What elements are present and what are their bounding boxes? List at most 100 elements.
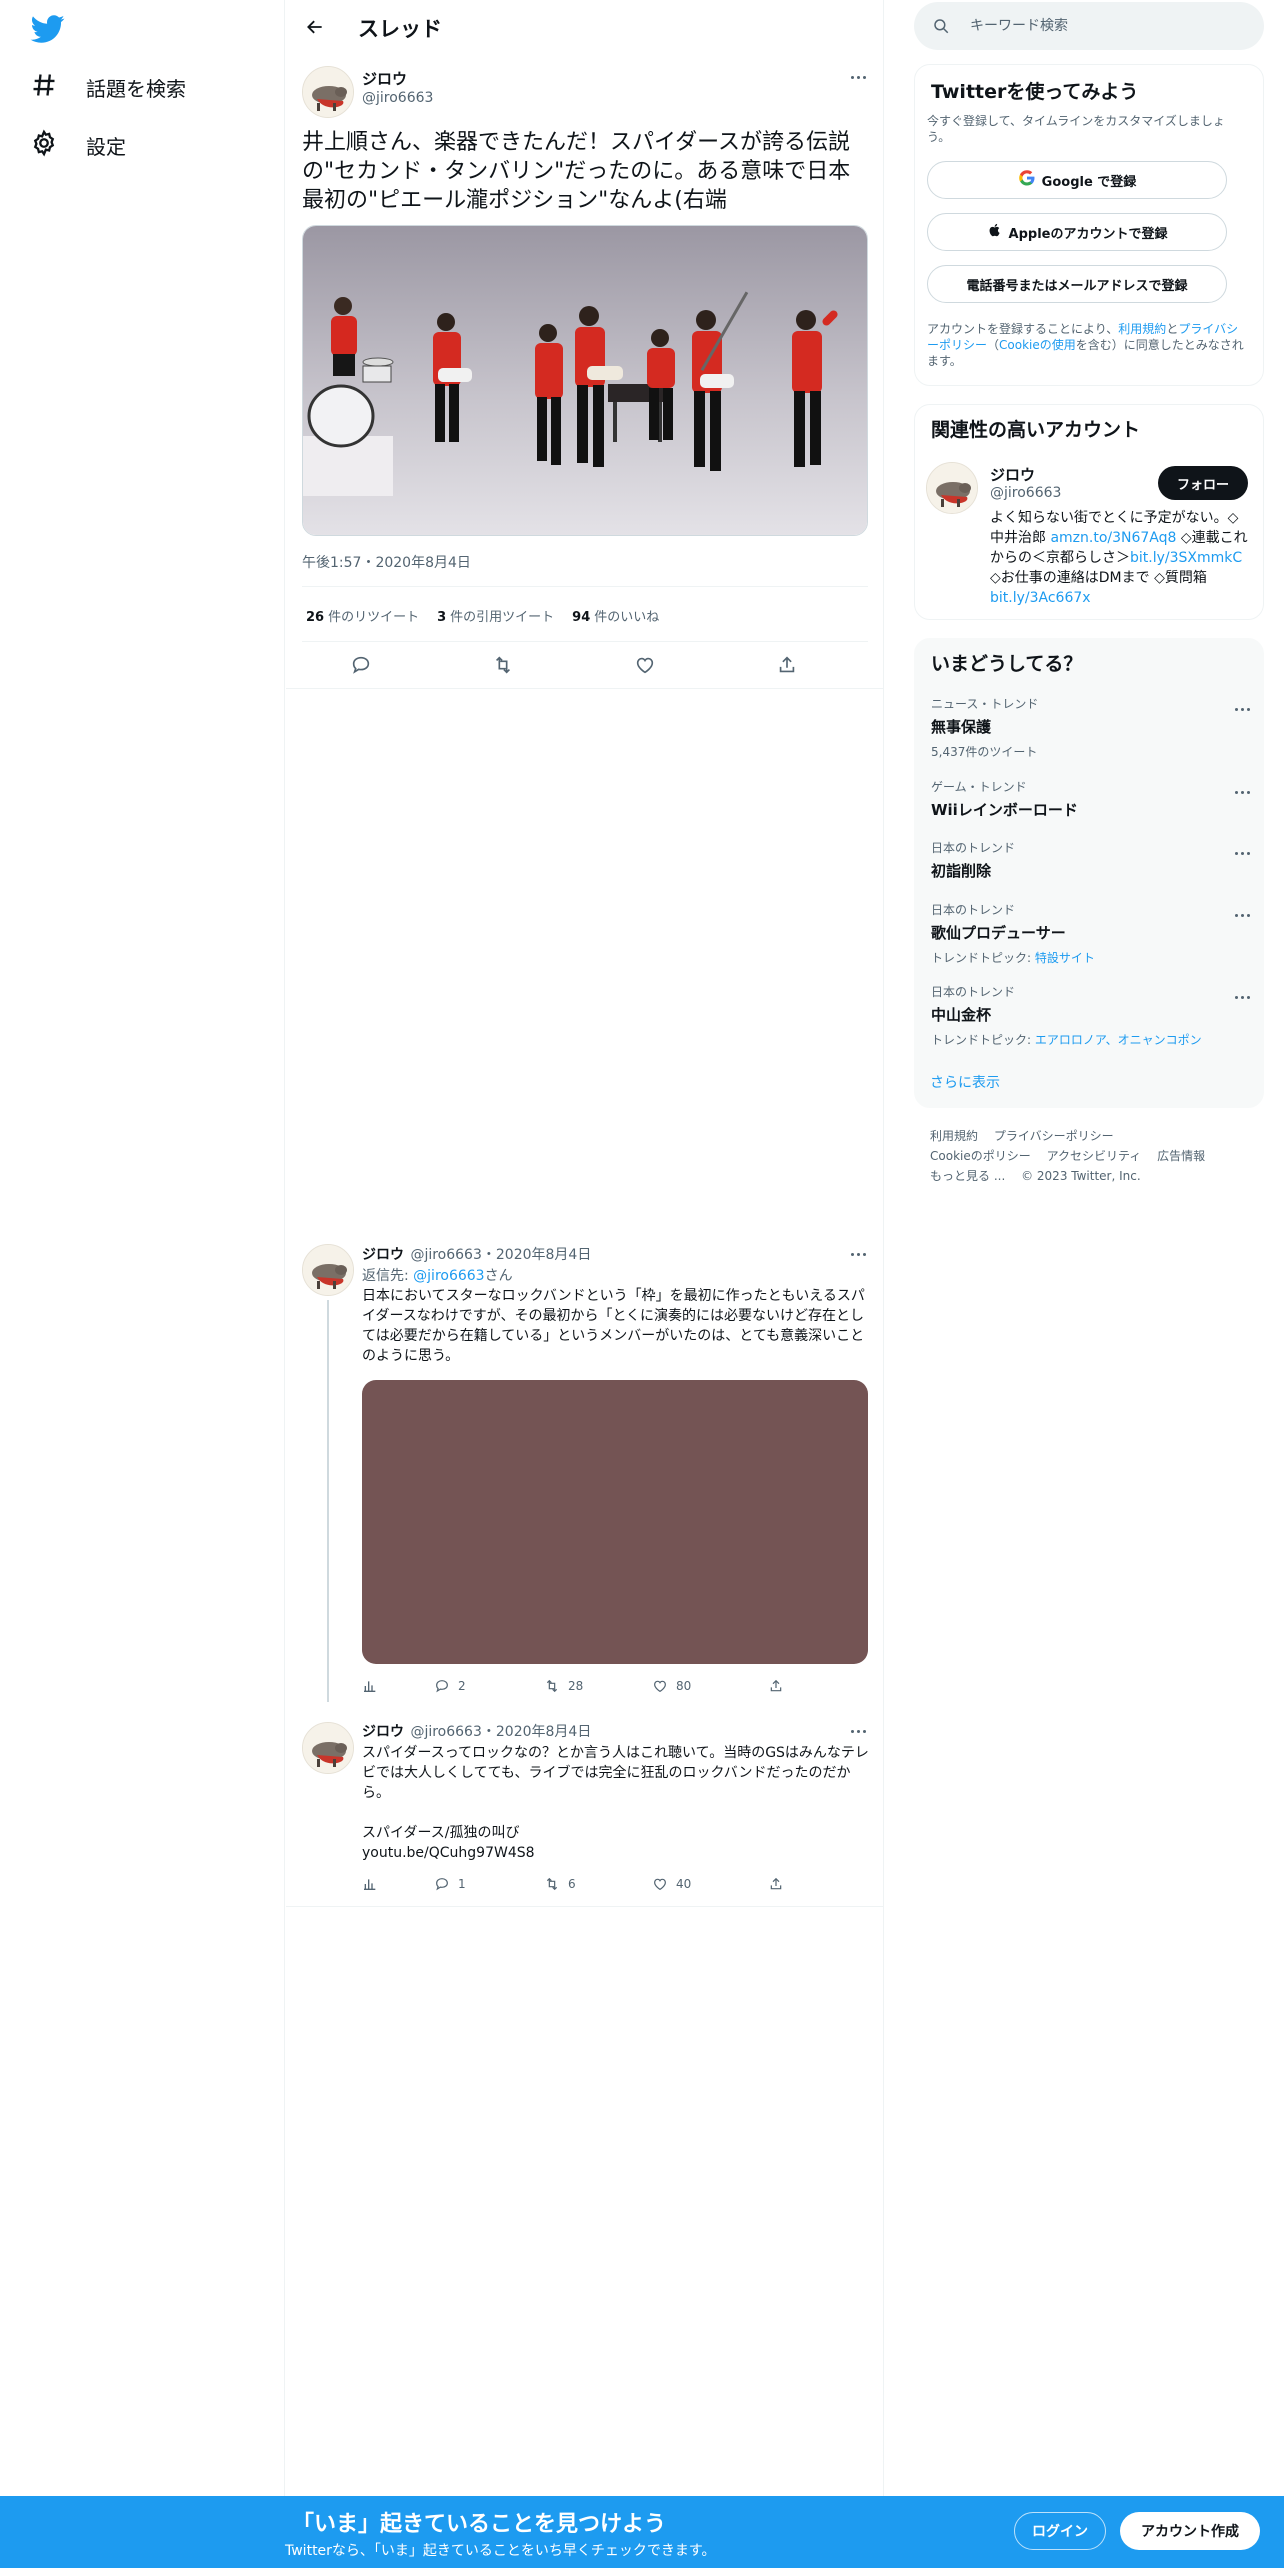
song-title: スパイダース/孤独の叫び <box>362 1825 520 1841</box>
avatar[interactable] <box>302 1244 354 1296</box>
like-icon[interactable] <box>634 654 658 678</box>
cookie-link[interactable]: Cookieの使用 <box>999 338 1076 352</box>
avatar[interactable] <box>302 1722 354 1774</box>
more-options-icon[interactable] <box>1229 905 1255 925</box>
trend-item[interactable]: 日本のトレンド 初詣削除 <box>931 839 1251 881</box>
signup-card: Twitterを使ってみよう 今すぐ登録して、タイムラインをカスタマイズしましょ… <box>914 64 1264 386</box>
reply-button[interactable]: 1 <box>434 1876 466 1892</box>
reply-actions: 2 28 80 <box>362 1678 868 1698</box>
share-icon[interactable] <box>768 1876 792 1892</box>
nav-settings[interactable]: 設定 <box>30 123 126 167</box>
apple-signup-button[interactable]: Appleのアカウントで登録 <box>927 213 1227 251</box>
trend-item[interactable]: ニュース・トレンド 無事保護 5,437件のツイート <box>931 695 1251 760</box>
show-more-link[interactable]: さらに表示 <box>930 1072 1000 1092</box>
trend-name: 初詣削除 <box>931 862 992 880</box>
signup-button[interactable]: アカウント作成 <box>1120 2512 1260 2550</box>
divider <box>286 1906 884 1907</box>
footer-ads-link[interactable]: 広告情報 <box>1157 1149 1205 1163</box>
reply-header: ジロウ @jiro6663・2020年8月4日 <box>362 1721 591 1741</box>
gear-icon <box>30 129 58 161</box>
divider <box>302 641 868 642</box>
analytics-icon[interactable] <box>362 1876 386 1892</box>
apple-signup-label: Appleのアカウントで登録 <box>1008 226 1168 242</box>
footer-more-link[interactable]: もっと見る ... <box>930 1169 1005 1183</box>
trend-name: Wiiレインボーロード <box>931 801 1078 819</box>
footer-privacy-link[interactable]: プライバシーポリシー <box>994 1129 1114 1143</box>
trend-topic: トレンドトピック: エアロロノア、オニャンコポン <box>931 1031 1251 1048</box>
retweet-count-link[interactable]: 26 件のリツイート <box>306 606 419 625</box>
trend-topic-link[interactable]: 特設サイト <box>1035 951 1095 965</box>
bio-link[interactable]: bit.ly/3Ac667x <box>990 590 1091 606</box>
retweet-button[interactable]: 6 <box>544 1876 576 1892</box>
reply-icon[interactable] <box>350 654 374 678</box>
more-options-icon[interactable] <box>845 1721 871 1741</box>
nav-explore[interactable]: 話題を検索 <box>30 65 186 109</box>
twitter-bird-icon[interactable] <box>30 12 66 46</box>
related-account-name[interactable]: ジロウ <box>990 464 1035 485</box>
author-handle[interactable]: @jiro6663 <box>362 90 433 106</box>
trend-name: 歌仙プロデューサー <box>931 924 1066 942</box>
related-title: 関連性の高いアカウント <box>931 419 1141 441</box>
trend-category: 日本のトレンド <box>931 985 1016 999</box>
analytics-icon[interactable] <box>362 1678 386 1694</box>
quote-count: 3 <box>437 610 447 625</box>
tweet-stats: 26 件のリツイート 3 件の引用ツイート 94 件のいいね <box>306 606 677 625</box>
retweet-icon[interactable] <box>492 654 516 678</box>
google-signup-button[interactable]: Google で登録 <box>927 161 1227 199</box>
more-options-icon[interactable] <box>1229 782 1255 802</box>
more-options-icon[interactable] <box>845 1244 871 1264</box>
more-options-icon[interactable] <box>1229 987 1255 1007</box>
author-name[interactable]: ジロウ <box>362 1247 404 1263</box>
footer-accessibility-link[interactable]: アクセシビリティ <box>1047 1149 1142 1163</box>
tweet-photo[interactable] <box>302 225 868 536</box>
like-button[interactable]: 40 <box>652 1876 691 1892</box>
author-name[interactable]: ジロウ <box>362 1724 404 1740</box>
phone-email-signup-button[interactable]: 電話番号またはメールアドレスで登録 <box>927 265 1227 303</box>
youtube-link[interactable]: youtu.be/QCuhg97W4S8 <box>362 1843 535 1863</box>
more-options-icon[interactable] <box>845 67 871 87</box>
search-input[interactable] <box>970 14 1240 38</box>
bio-link[interactable]: amzn.to/3N67Aq8 <box>1050 530 1176 546</box>
tweet-text: 井上順さん、楽器できたんだ！スパイダースが誇る伝説の"セカンド・タンバリン"だっ… <box>302 130 851 213</box>
reply-text: 日本においてスターなロックバンドという「枠」を最初に作ったともいえるスパイダース… <box>362 1288 865 1364</box>
reply-button[interactable]: 2 <box>434 1678 466 1694</box>
related-account-handle[interactable]: @jiro6663 <box>990 485 1061 501</box>
like-count: 40 <box>676 1877 692 1891</box>
more-options-icon[interactable] <box>1229 699 1255 719</box>
like-button[interactable]: 80 <box>652 1678 691 1694</box>
more-options-icon[interactable] <box>1229 843 1255 863</box>
google-signup-label: Google で登録 <box>1041 174 1137 190</box>
quote-count-link[interactable]: 3 件の引用ツイート <box>437 606 554 625</box>
back-arrow-icon[interactable] <box>300 12 330 42</box>
trend-category: ゲーム・トレンド <box>931 780 1027 794</box>
avatar[interactable] <box>302 66 354 118</box>
tweet-timestamp[interactable]: 午後1:57・2020年8月4日 <box>302 552 471 572</box>
bio-text: ◇お仕事の連絡はDMまで ◇質問箱 <box>990 570 1207 586</box>
footer-terms-link[interactable]: 利用規約 <box>930 1129 978 1143</box>
replying-to-handle[interactable]: @jiro6663 <box>413 1268 484 1284</box>
author-name[interactable]: ジロウ <box>362 68 407 89</box>
bio-link[interactable]: bit.ly/3SXmmkC <box>1130 550 1242 566</box>
reply-meta[interactable]: @jiro6663・2020年8月4日 <box>410 1247 591 1263</box>
avatar[interactable] <box>926 462 978 514</box>
trend-topic: トレンドトピック: 特設サイト <box>931 949 1251 966</box>
thread-connector <box>327 1300 329 1702</box>
retweet-count: 6 <box>568 1877 576 1891</box>
follow-button[interactable]: フォロー <box>1158 466 1248 500</box>
retweet-button[interactable]: 28 <box>544 1678 583 1694</box>
replying-to: 返信先: @jiro6663さん <box>362 1265 513 1285</box>
trend-topic-label: トレンドトピック: <box>931 1033 1035 1047</box>
share-icon[interactable] <box>776 654 800 678</box>
reply-media[interactable] <box>362 1380 868 1664</box>
footer-cookie-link[interactable]: Cookieのポリシー <box>930 1149 1031 1163</box>
trend-topic-link[interactable]: エアロロノア、オニャンコポン <box>1035 1033 1202 1047</box>
trend-item[interactable]: 日本のトレンド 歌仙プロデューサー トレンドトピック: 特設サイト <box>931 901 1251 966</box>
login-button[interactable]: ログイン <box>1014 2512 1106 2550</box>
reply-meta[interactable]: @jiro6663・2020年8月4日 <box>410 1724 591 1740</box>
like-count-link[interactable]: 94 件のいいね <box>572 606 659 625</box>
trend-item[interactable]: ゲーム・トレンド Wiiレインボーロード <box>931 778 1251 820</box>
share-icon[interactable] <box>768 1678 792 1694</box>
terms-link[interactable]: 利用規約 <box>1118 322 1166 336</box>
search-bar[interactable] <box>914 2 1264 50</box>
trend-item[interactable]: 日本のトレンド 中山金杯 トレンドトピック: エアロロノア、オニャンコポン <box>931 983 1251 1048</box>
